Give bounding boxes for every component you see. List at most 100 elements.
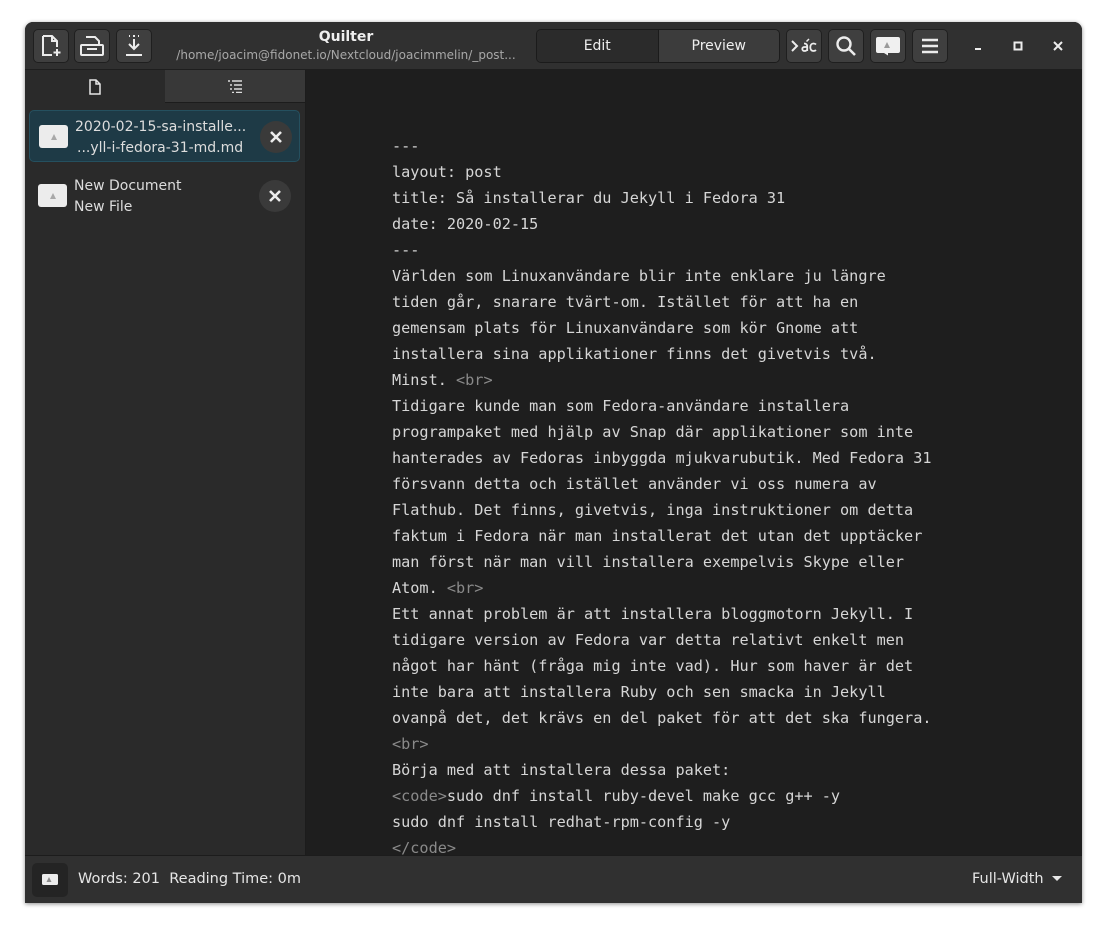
quilter-window: Quilter /home/joacim@fidonet.io/Nextclou… (25, 22, 1082, 903)
maximize-icon (1013, 41, 1023, 51)
editor-line: Flathub. Det finns, givetvis, inga instr… (392, 497, 1032, 523)
editor-line: date: 2020-02-15 (392, 211, 1032, 237)
editor-line: försvann detta och istället använder vi … (392, 471, 1032, 497)
line-text: gemensam plats för Linuxanvändare som kö… (392, 319, 859, 337)
new-document-icon (42, 35, 61, 56)
line-text: tiden går, snarare tvärt-om. Istället fö… (392, 293, 859, 311)
sidebar: 2020-02-15-sa-installe... ...yll-i-fedor… (25, 70, 306, 855)
editor-line: hanterades av Fedoras inbyggda mjukvarub… (392, 445, 1032, 471)
open-document-icon (80, 36, 104, 56)
focus-mode-button[interactable] (786, 29, 822, 63)
tab-edit[interactable]: Edit (537, 30, 658, 62)
line-text: Världen som Linuxanvändare blir inte enk… (392, 267, 886, 285)
line-text: ovanpå det, det krävs en del paket för a… (392, 709, 932, 727)
line-text: title: Så installerar du Jekyll i Fedora… (392, 189, 786, 207)
save-icon (126, 35, 142, 56)
editor-line: Minst. <br> (392, 367, 1032, 393)
line-text: --- (392, 241, 420, 259)
tab-documents[interactable] (25, 70, 165, 103)
editor-line: <br> (392, 731, 1032, 757)
line-text: faktum i Fedora när man installerat det … (392, 527, 923, 545)
line-text: Börja med att installera dessa paket: (392, 761, 731, 779)
editor-line: programpaket med hjälp av Snap där appli… (392, 419, 1032, 445)
document-filename-end: ...yll-i-fedora-31-md.md (77, 140, 244, 156)
editor-line: Världen som Linuxanvändare blir inte enk… (392, 263, 1032, 289)
line-text: försvann detta och istället använder vi … (392, 475, 877, 493)
line-text: hanterades av Fedoras inbyggda mjukvarub… (392, 449, 932, 467)
menu-icon (922, 38, 938, 54)
editor-line: Börja med att installera dessa paket: (392, 757, 1032, 783)
minimize-icon (975, 48, 981, 50)
word-count: Words: 201 (78, 871, 160, 887)
editor-line: ovanpå det, det krävs en del paket för a… (392, 705, 1032, 731)
editor-line: faktum i Fedora när man installerat det … (392, 523, 1032, 549)
document-filename: 2020-02-15-sa-installe... (75, 119, 247, 135)
tab-preview[interactable]: Preview (657, 30, 779, 62)
markup-tag: <code> (392, 787, 447, 805)
menu-button[interactable] (912, 29, 948, 63)
search-icon (836, 36, 856, 56)
line-text: --- (392, 137, 420, 155)
line-text: programpaket med hjälp av Snap där appli… (392, 423, 914, 441)
sidebar-tabs (25, 70, 305, 103)
line-text: sudo dnf install redhat-rpm-config -y (392, 813, 731, 831)
editor-line: Atom. <br> (392, 575, 1032, 601)
editor-line: tidigare version av Fedora var detta rel… (392, 627, 1032, 653)
editor-line: layout: post (392, 159, 1032, 185)
image-preview-button[interactable] (870, 29, 906, 63)
line-text: Atom. (392, 579, 447, 597)
new-document-button[interactable] (33, 29, 69, 63)
editor-line: <code>sudo dnf install ruby-devel make g… (392, 783, 1032, 809)
tab-outline[interactable] (165, 70, 305, 103)
editor-line: man först när man vill installera exempe… (392, 549, 1032, 575)
reading-time: Reading Time: 0m (169, 871, 302, 887)
document-thumbnail-icon (39, 125, 68, 148)
search-button[interactable] (828, 29, 864, 63)
open-document-button[interactable] (74, 29, 110, 63)
line-text: installera sina applikationer finns det … (392, 345, 877, 363)
line-text: Minst. (392, 371, 457, 389)
markup-tag: <br> (392, 735, 429, 753)
editor-text[interactable]: --- layout: post title: Så installerar du … (392, 133, 1032, 861)
document-title: New Document (74, 178, 182, 194)
close-document-button[interactable] (259, 180, 291, 212)
line-text: layout: post (392, 163, 502, 181)
minimize-button[interactable] (967, 36, 989, 56)
line-text: Tidigare kunde man som Fedora-användare … (392, 397, 850, 415)
sidebar-toggle-button[interactable] (32, 863, 68, 897)
mode-toggle: Edit Preview (536, 29, 780, 63)
width-mode-label: Full-Width (972, 871, 1044, 887)
width-mode-selector[interactable]: Full-Width (972, 871, 1062, 887)
document-names: 2020-02-15-sa-installe... ...yll-i-fedor… (75, 117, 253, 159)
outline-icon (228, 80, 242, 93)
line-text: date: 2020-02-15 (392, 215, 539, 233)
save-button[interactable] (116, 29, 152, 63)
close-document-button[interactable] (260, 121, 292, 153)
document-icon (89, 78, 101, 95)
maximize-button[interactable] (1007, 36, 1029, 56)
editor-line: title: Så installerar du Jekyll i Fedora… (392, 185, 1032, 211)
document-row-selected[interactable]: 2020-02-15-sa-installe... ...yll-i-fedor… (29, 110, 300, 162)
editor-line: något har hänt (fråga mig inte vad). Hur… (392, 653, 1032, 679)
editor-line: installera sina applikationer finns det … (392, 341, 1032, 367)
editor-line: --- (392, 237, 1032, 263)
editor-line: tiden går, snarare tvärt-om. Istället fö… (392, 289, 1032, 315)
line-text: inte bara att installera Ruby och sen sm… (392, 683, 886, 701)
editor-area[interactable]: --- layout: post title: Så installerar du … (306, 70, 1082, 857)
statusbar: Words: 201 Reading Time: 0m Full-Width (25, 855, 1082, 903)
line-text: något har hänt (fråga mig inte vad). Hur… (392, 657, 914, 675)
line-text: sudo dnf install ruby-devel make gcc g++… (446, 787, 841, 805)
window-subtitle: /home/joacim@fidonet.io/Nextcloud/joacim… (176, 48, 516, 62)
headerbar: Quilter /home/joacim@fidonet.io/Nextclou… (25, 22, 1082, 70)
document-subtitle: New File (74, 199, 133, 215)
close-window-button[interactable] (1047, 36, 1069, 56)
statistics[interactable]: Words: 201 Reading Time: 0m (78, 871, 301, 887)
editor-line: inte bara att installera Ruby och sen sm… (392, 679, 1032, 705)
editor-line: Ett annat problem är att installera blog… (392, 601, 1032, 627)
line-text: Ett annat problem är att installera blog… (392, 605, 914, 623)
image-preview-icon (876, 37, 900, 56)
document-row[interactable]: New Document New File (29, 170, 300, 222)
editor-line: gemensam plats för Linuxanvändare som kö… (392, 315, 1032, 341)
line-text: tidigare version av Fedora var detta rel… (392, 631, 905, 649)
line-text: Flathub. Det finns, givetvis, inga instr… (392, 501, 914, 519)
